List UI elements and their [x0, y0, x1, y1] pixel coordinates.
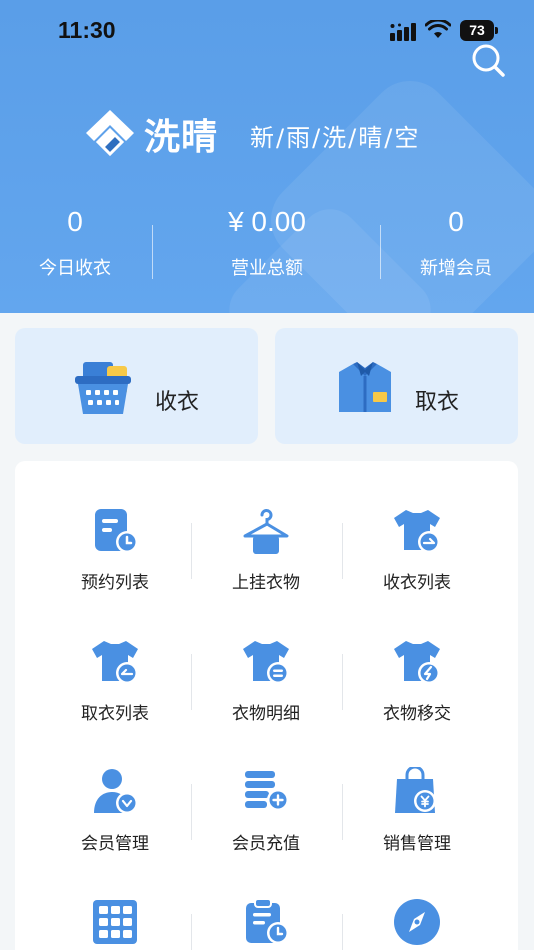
menu-item-compass[interactable] — [342, 897, 492, 950]
stat-label: 新增会员 — [420, 258, 492, 279]
menu-item-hang-clothes[interactable]: 上挂衣物 — [191, 506, 341, 606]
stat-label: 今日收衣 — [39, 258, 111, 279]
function-grid: 预约列表 上挂衣物 收衣列表 取衣列表 衣物明细 衣物移交 会员管理 会员充值 … — [15, 461, 518, 950]
reservation-list-icon — [95, 509, 138, 553]
menu-item-label: 上挂衣物 — [232, 573, 300, 593]
menu-item-clothing-detail[interactable]: 衣物明细 — [191, 637, 341, 737]
menu-item-member-recharge[interactable]: 会员充值 — [191, 767, 341, 867]
hanger-icon — [243, 509, 289, 554]
stat-divider — [152, 225, 153, 279]
stat-value: 0 — [67, 206, 83, 237]
menu-item-reservation-list[interactable]: 预约列表 — [40, 506, 190, 606]
receive-clothes-button[interactable]: 收衣 — [15, 328, 258, 444]
schedule-clipboard-icon — [246, 898, 289, 944]
status-time: 11:30 — [58, 17, 116, 43]
member-recharge-icon — [245, 771, 289, 811]
menu-item-label: 衣物明细 — [232, 704, 300, 724]
cellular-signal-icon — [390, 23, 416, 41]
menu-item-sales-management[interactable]: 销售管理 — [342, 767, 492, 867]
stat-total-revenue[interactable]: ¥ 0.00 营业总额 — [192, 200, 342, 280]
brand-name: 洗晴 — [144, 117, 219, 158]
clothing-transfer-icon — [394, 641, 440, 684]
stat-new-members[interactable]: 0 新增会员 — [381, 200, 531, 280]
search-icon[interactable] — [470, 42, 506, 78]
receive-clothes-label: 收衣 — [155, 390, 200, 415]
shirt-icon — [339, 362, 391, 412]
grid-cabinet-icon — [93, 900, 137, 944]
wifi-icon — [425, 20, 451, 38]
stat-value: 0 — [448, 206, 464, 237]
menu-item-grid-cabinet[interactable] — [40, 897, 190, 950]
menu-item-receive-list[interactable]: 收衣列表 — [342, 506, 492, 606]
stat-value: ¥ 0.00 — [228, 206, 306, 237]
menu-item-member-management[interactable]: 会员管理 — [40, 767, 190, 867]
menu-item-label: 会员管理 — [81, 834, 149, 854]
menu-item-pickup-list[interactable]: 取衣列表 — [40, 637, 190, 737]
pickup-clothes-label: 取衣 — [415, 390, 460, 415]
menu-item-label: 收衣列表 — [383, 573, 451, 593]
menu-item-label: 衣物移交 — [383, 704, 451, 724]
stat-today-receive[interactable]: 0 今日收衣 — [0, 200, 150, 280]
stat-label: 营业总额 — [231, 258, 303, 279]
menu-item-clothing-transfer[interactable]: 衣物移交 — [342, 637, 492, 737]
stat-divider — [380, 225, 381, 279]
menu-item-label: 取衣列表 — [81, 704, 149, 724]
header: 11:30 73 洗晴 新/雨/洗/晴/空 0 今日收衣 ¥ 0.00 营业总额… — [0, 0, 534, 313]
battery-indicator: 73 — [460, 20, 498, 41]
pickup-clothes-button[interactable]: 取衣 — [275, 328, 518, 444]
pickup-list-icon — [92, 641, 138, 684]
clothing-detail-icon — [243, 641, 289, 684]
menu-item-label: 销售管理 — [383, 834, 451, 854]
brand-logo-icon — [86, 110, 134, 157]
sales-management-icon — [395, 767, 436, 813]
menu-item-label: 预约列表 — [81, 573, 149, 593]
brand-slogan: 新/雨/洗/晴/空 — [250, 124, 421, 152]
status-bar: 11:30 73 — [0, 0, 534, 60]
member-management-icon — [94, 769, 138, 814]
menu-item-schedule[interactable] — [191, 897, 341, 950]
stats-row: 0 今日收衣 ¥ 0.00 营业总额 0 新增会员 — [0, 200, 534, 295]
compass-icon — [394, 899, 440, 945]
laundry-basket-icon — [75, 362, 131, 414]
menu-item-label: 会员充值 — [232, 834, 300, 854]
receive-list-icon — [394, 510, 440, 553]
